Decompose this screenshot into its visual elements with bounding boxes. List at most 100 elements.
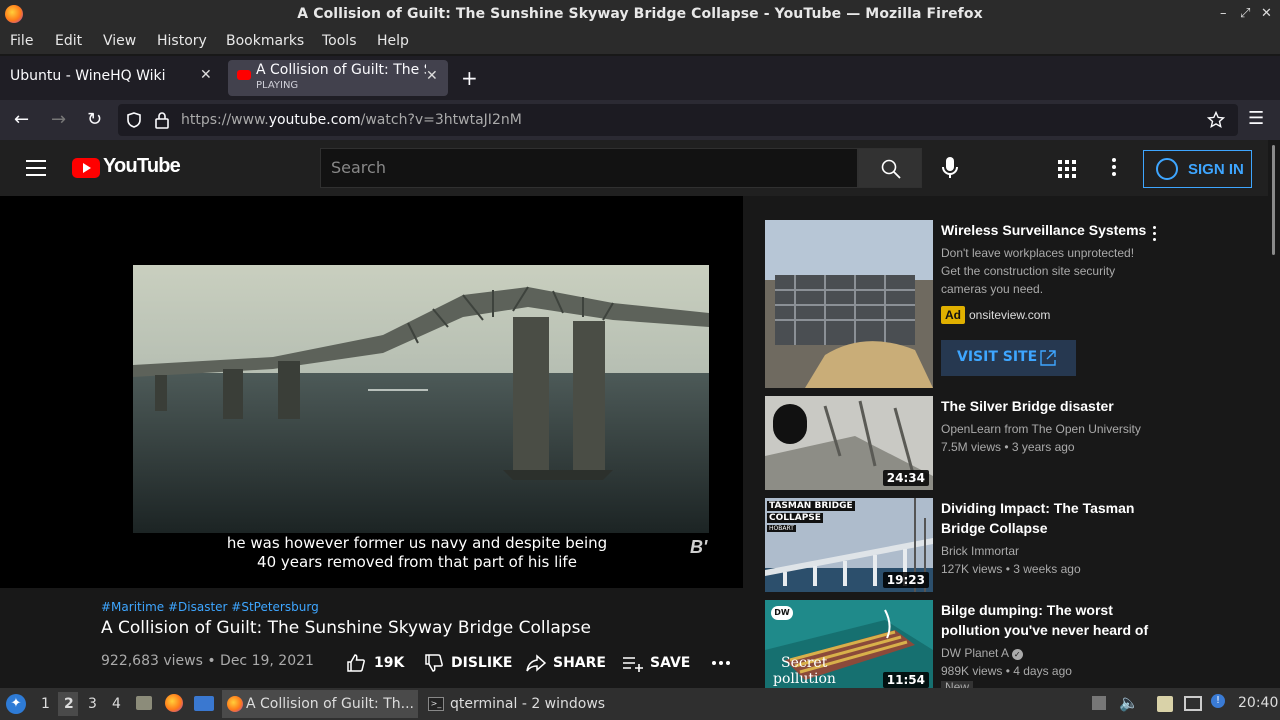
ad-badge: Ad bbox=[941, 306, 965, 324]
volume-icon[interactable]: 🔈 bbox=[1119, 693, 1139, 712]
thumbnail-text: pollution bbox=[773, 671, 836, 687]
network-icon[interactable] bbox=[1184, 696, 1202, 711]
app-menu-icon[interactable]: ☰ bbox=[1248, 108, 1264, 129]
url-text: https://www.youtube.com/watch?v=3htwtaJI… bbox=[181, 112, 522, 128]
maximize-button[interactable]: ⤢ bbox=[1240, 6, 1250, 21]
channel-watermark[interactable]: B' bbox=[690, 537, 707, 558]
video-meta: 989K views • 4 days ago bbox=[941, 664, 1072, 678]
duration-badge: 19:23 bbox=[882, 572, 929, 588]
close-tab-icon[interactable]: ✕ bbox=[200, 67, 212, 83]
video-meta: 7.5M views • 3 years ago bbox=[941, 440, 1075, 454]
system-taskbar: ✦ 1 2 3 4 A Collision of Guilt: Th... >_… bbox=[0, 688, 1280, 720]
video-frame[interactable] bbox=[133, 265, 709, 533]
workspace-3[interactable]: 3 bbox=[88, 696, 97, 712]
dw-logo-icon: DW bbox=[771, 606, 793, 620]
sign-in-button[interactable]: SIGN IN bbox=[1143, 150, 1252, 188]
apps-grid-icon[interactable] bbox=[1058, 160, 1076, 178]
thumbnail-text: COLLAPSE bbox=[767, 513, 823, 523]
menu-view[interactable]: View bbox=[103, 33, 136, 49]
tab-playing-status: PLAYING bbox=[256, 80, 299, 91]
file-manager-icon[interactable] bbox=[136, 696, 152, 710]
workspace-4[interactable]: 4 bbox=[112, 696, 121, 712]
menu-bookmarks[interactable]: Bookmarks bbox=[226, 33, 304, 49]
new-badge: New bbox=[941, 681, 973, 688]
minimize-button[interactable]: – bbox=[1220, 6, 1227, 21]
bookmark-star-icon[interactable] bbox=[1207, 111, 1225, 129]
channel-name[interactable]: OpenLearn from The Open University bbox=[941, 420, 1151, 438]
ad-source: Ad onsiteview.com bbox=[941, 306, 1151, 324]
thumbnail-text: HOBART bbox=[767, 525, 796, 532]
reload-icon[interactable]: ↻ bbox=[87, 109, 102, 130]
menu-history[interactable]: History bbox=[157, 33, 207, 49]
tab-bar: Ubuntu - WineHQ Wiki ✕ A Collision of Gu… bbox=[0, 56, 1280, 100]
video-meta: 127K views • 3 weeks ago bbox=[941, 562, 1081, 576]
ad-more-icon[interactable] bbox=[1153, 226, 1157, 244]
menu-edit[interactable]: Edit bbox=[55, 33, 82, 49]
ad-thumbnail[interactable] bbox=[765, 220, 933, 388]
firefox-launcher-icon[interactable] bbox=[165, 694, 183, 712]
tab-label: A Collision of Guilt: The Sunshine Skywa… bbox=[256, 62, 426, 78]
video-player[interactable]: he was however former us navy and despit… bbox=[0, 196, 743, 588]
ad-title[interactable]: Wireless Surveillance Systems bbox=[941, 220, 1151, 240]
video-thumbnail[interactable]: DW Secret pollution 11:54 bbox=[765, 600, 933, 688]
page-scrollbar[interactable] bbox=[1268, 140, 1280, 688]
close-window-button[interactable]: ✕ bbox=[1261, 6, 1272, 21]
workspace-2[interactable]: 2 bbox=[58, 692, 78, 716]
video-title: A Collision of Guilt: The Sunshine Skywa… bbox=[101, 618, 591, 638]
youtube-logo-text[interactable]: YouTube bbox=[103, 155, 181, 178]
terminal-icon: >_ bbox=[428, 697, 444, 711]
forward-icon[interactable]: → bbox=[51, 109, 66, 130]
tab-winehq[interactable]: Ubuntu - WineHQ Wiki ✕ bbox=[0, 56, 222, 98]
workspace-1[interactable]: 1 bbox=[41, 696, 50, 712]
video-views-date: 922,683 views • Dec 19, 2021 bbox=[101, 653, 314, 669]
duration-badge: 24:34 bbox=[882, 470, 929, 486]
task-firefox[interactable]: A Collision of Guilt: Th... bbox=[222, 690, 418, 718]
desktop-icon[interactable] bbox=[194, 696, 214, 711]
navigation-toolbar: ← → ↻ https://www.youtube.com/watch?v=3h… bbox=[0, 100, 1280, 140]
menu-help[interactable]: Help bbox=[377, 33, 409, 49]
microphone-icon[interactable] bbox=[932, 150, 968, 186]
visit-site-button[interactable]: VISIT SITE bbox=[941, 340, 1076, 376]
channel-name[interactable]: DW Planet A ✓ bbox=[941, 644, 1151, 662]
playlist-add-icon bbox=[623, 657, 643, 672]
window-titlebar: A Collision of Guilt: The Sunshine Skywa… bbox=[0, 0, 1280, 30]
channel-name[interactable]: Brick Immortar bbox=[941, 542, 1151, 560]
search-button[interactable] bbox=[858, 148, 922, 188]
video-title[interactable]: Dividing Impact: The Tasman Bridge Colla… bbox=[941, 498, 1151, 538]
menu-file[interactable]: File bbox=[10, 33, 33, 49]
video-title[interactable]: The Silver Bridge disaster bbox=[941, 396, 1151, 416]
clipboard-icon[interactable] bbox=[1157, 696, 1173, 712]
search-icon bbox=[881, 159, 901, 179]
video-caption: he was however former us navy and despit… bbox=[226, 534, 608, 571]
shield-icon[interactable] bbox=[125, 111, 143, 129]
thumbs-up-icon bbox=[347, 654, 365, 672]
close-tab-icon[interactable]: ✕ bbox=[426, 68, 438, 84]
video-title[interactable]: Bilge dumping: The worst pollution you'v… bbox=[941, 600, 1151, 640]
external-link-icon bbox=[1040, 350, 1056, 366]
video-thumbnail[interactable]: 24:34 bbox=[765, 396, 933, 490]
video-thumbnail[interactable]: TASMAN BRIDGE COLLAPSE HOBART 19:23 bbox=[765, 498, 933, 592]
window-title: A Collision of Guilt: The Sunshine Skywa… bbox=[297, 6, 983, 22]
lock-icon[interactable] bbox=[154, 111, 170, 129]
youtube-logo-icon[interactable] bbox=[72, 158, 100, 178]
guide-menu-icon[interactable] bbox=[26, 160, 46, 181]
task-qterminal[interactable]: >_ qterminal - 2 windows bbox=[426, 690, 616, 718]
new-tab-icon[interactable]: + bbox=[461, 66, 478, 90]
tab-label: Ubuntu - WineHQ Wiki bbox=[10, 68, 166, 84]
share-icon bbox=[526, 654, 547, 672]
watch-page: he was however former us navy and despit… bbox=[0, 196, 1268, 688]
menu-bar: File Edit View History Bookmarks Tools H… bbox=[0, 30, 1280, 54]
url-bar[interactable]: https://www.youtube.com/watch?v=3htwtaJI… bbox=[118, 104, 1238, 136]
youtube-favicon-icon bbox=[237, 70, 251, 80]
thumbnail-text: Secret bbox=[781, 655, 828, 671]
update-icon[interactable]: ! bbox=[1211, 694, 1225, 708]
duration-badge: 11:54 bbox=[882, 672, 929, 688]
tray-notify-icon[interactable] bbox=[1092, 696, 1106, 710]
tab-youtube-active[interactable]: A Collision of Guilt: The Sunshine Skywa… bbox=[228, 60, 448, 96]
back-icon[interactable]: ← bbox=[14, 109, 29, 130]
search-input[interactable]: Search bbox=[320, 148, 858, 188]
video-hashtags[interactable]: #Maritime #Disaster #StPetersburg bbox=[101, 600, 319, 614]
menu-tools[interactable]: Tools bbox=[322, 33, 357, 49]
settings-more-icon[interactable] bbox=[1112, 158, 1118, 179]
start-menu-icon[interactable]: ✦ bbox=[6, 694, 26, 714]
